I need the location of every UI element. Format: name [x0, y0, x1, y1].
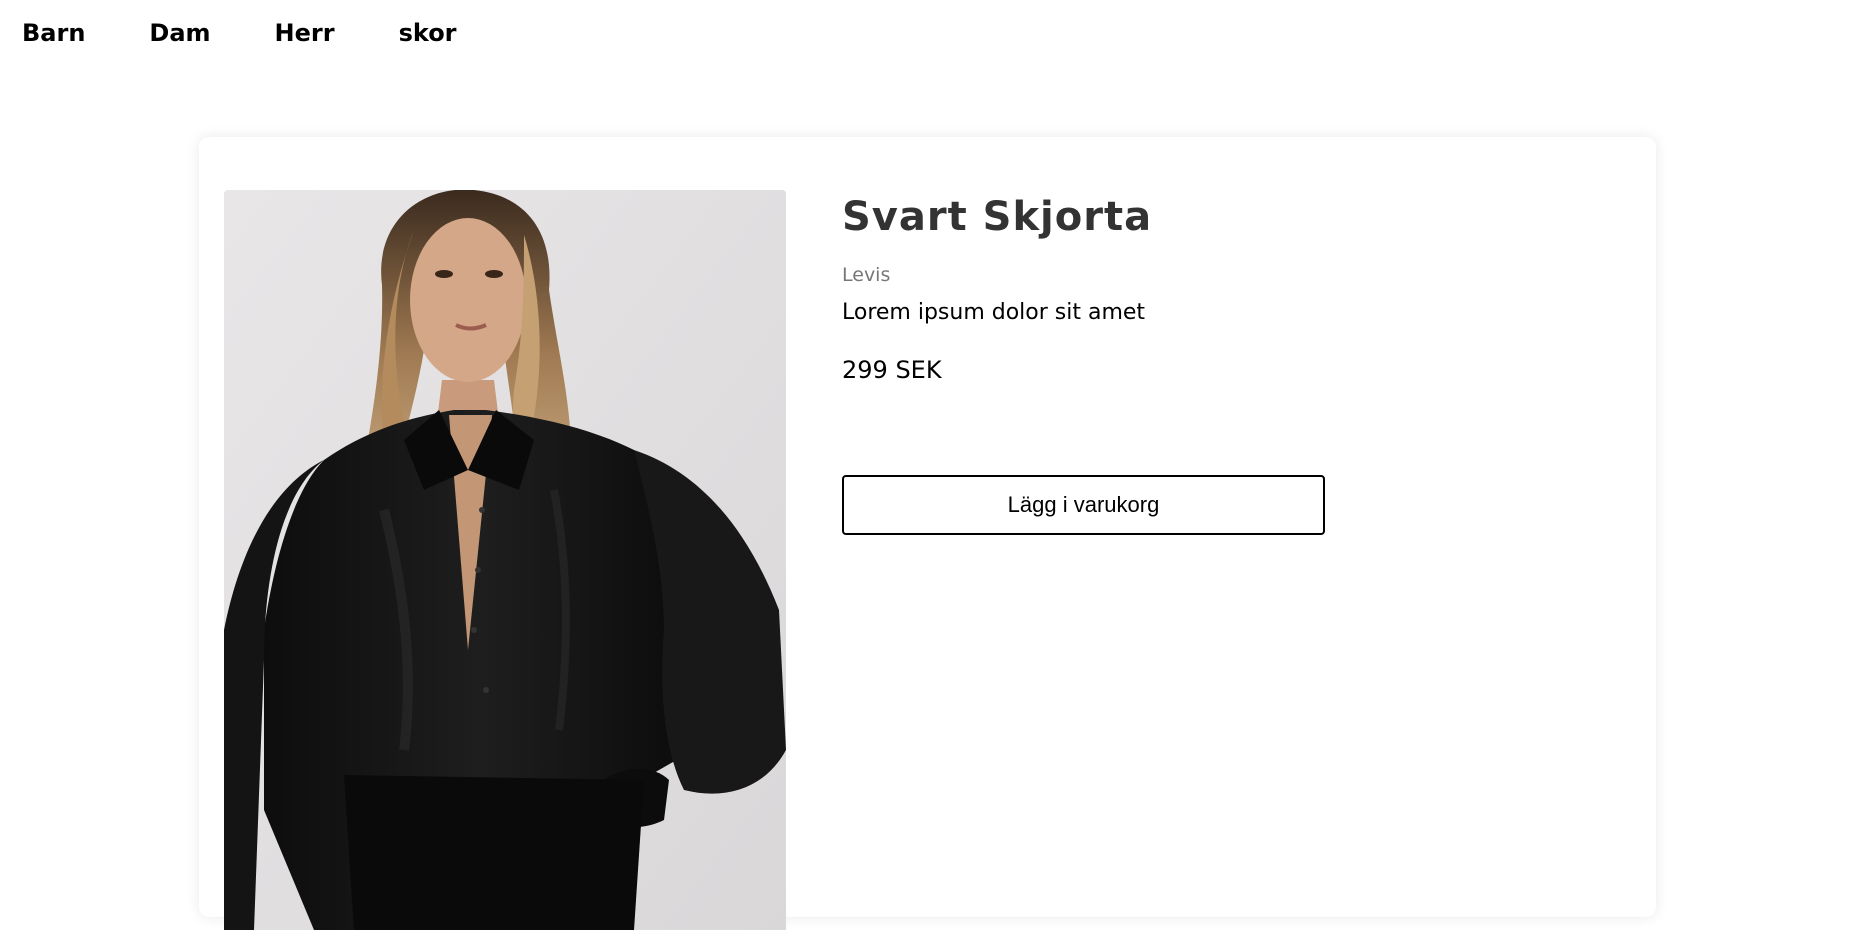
product-info: Svart Skjorta Levis Lorem ipsum dolor si…: [842, 192, 1152, 385]
nav-link-herr[interactable]: Herr: [275, 18, 335, 48]
product-brand: Levis: [842, 264, 891, 286]
product-photo-illustration: [224, 190, 786, 930]
nav-link-barn[interactable]: Barn: [22, 18, 85, 48]
product-title: Svart Skjorta: [842, 194, 1153, 240]
top-nav: Barn Dam Herr skor: [22, 18, 521, 48]
product-card: Svart Skjorta Levis Lorem ipsum dolor si…: [199, 137, 1656, 930]
add-to-cart-button[interactable]: Lägg i varukorg: [842, 475, 1325, 535]
product-price: 299 SEK: [842, 356, 942, 384]
product-image: [224, 190, 786, 930]
nav-link-skor[interactable]: skor: [399, 18, 457, 48]
product-description: Lorem ipsum dolor sit amet: [842, 300, 1146, 325]
nav-link-dam[interactable]: Dam: [149, 18, 210, 48]
